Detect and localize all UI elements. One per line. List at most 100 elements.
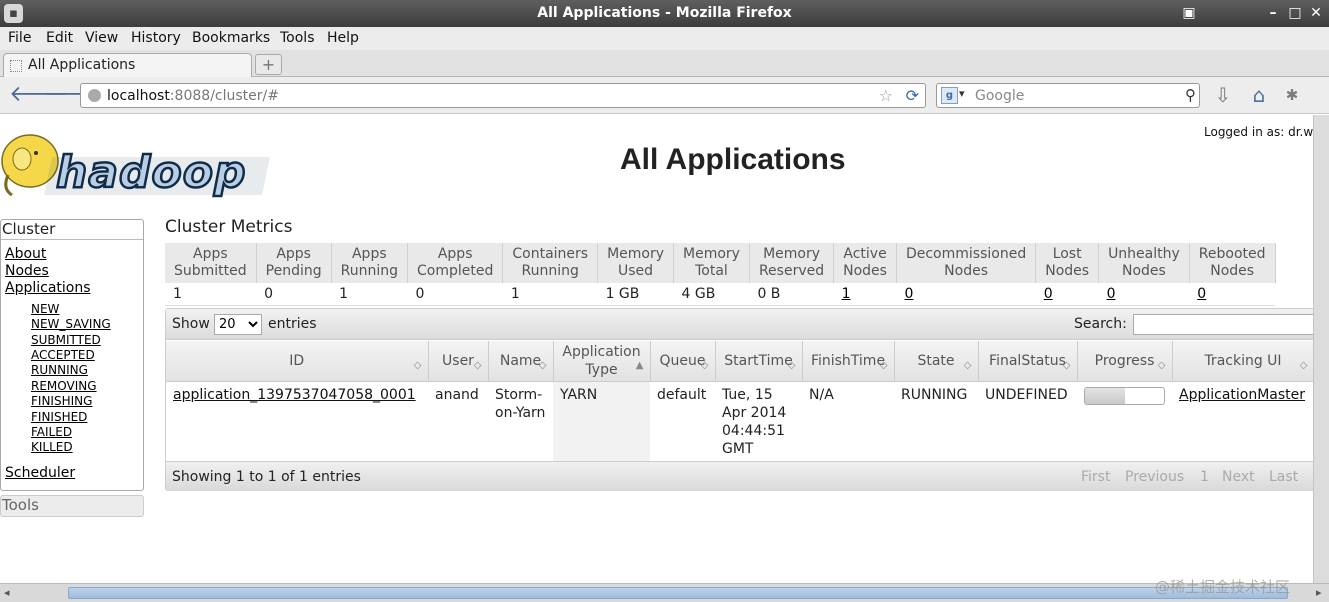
state-link-finished[interactable]: FINISHED [31,410,87,424]
cluster-metrics-title: Cluster Metrics [165,217,293,237]
state-link-new[interactable]: NEW [31,302,59,316]
restore-icon[interactable]: ▣ [1179,4,1199,22]
menu-file[interactable]: File [8,30,31,46]
tracking-ui-link[interactable]: ApplicationMaster [1179,387,1305,403]
site-identity-icon[interactable] [88,89,101,102]
sort-icon: ◇ [1299,359,1308,371]
progress-bar-fill [1085,387,1125,404]
addon-icon[interactable]: ✱ [1280,84,1304,106]
tab-all-applications[interactable]: All Applications [3,53,252,77]
back-button[interactable]: 🡐 [9,84,68,106]
menu-history[interactable]: History [131,30,181,46]
page-size-select[interactable]: 20 [214,314,262,335]
show-label: Show [172,316,210,332]
menu-help[interactable]: Help [327,30,359,46]
applications-table-wrapper: Show 20 entries Search: ID ◇ User ◇ Name ◇ … [165,308,1313,491]
google-engine-icon[interactable]: g [941,87,958,104]
state-link-running[interactable]: RUNNING [31,363,88,377]
column-header-state[interactable]: State ◇ [894,341,979,382]
metric-header: Unhealthy Nodes [1098,243,1190,283]
sidebar-link-applications[interactable]: Applications [5,280,91,296]
column-header-progress[interactable]: Progress ◇ [1077,341,1173,382]
new-tab-button[interactable]: + [255,54,282,75]
metric-header: Memory Total [673,243,750,283]
menu-bar: File Edit View History Bookmarks Tools H… [0,27,1329,50]
logged-in-label: Logged in as: dr.who [1204,125,1313,139]
column-header-tracking-ui[interactable]: Tracking UI ◇ [1172,341,1313,382]
url-text[interactable]: localhost:8088/cluster/# [107,88,279,104]
cell-starttime: Tue, 15 Apr 2014 04:44:51 GMT [722,386,787,457]
state-link-finishing[interactable]: FINISHING [31,394,92,408]
metric-header: Decommissioned Nodes [896,243,1037,283]
search-bar[interactable]: g ▾ Google ⚲ [936,83,1200,108]
sort-icon: ◇ [1157,359,1166,371]
sort-icon: ◇ [879,359,888,371]
sort-icon: ◇ [538,359,547,371]
maximize-icon[interactable]: □ [1285,4,1305,22]
paging-first-button[interactable]: First [1081,469,1110,485]
column-header-application-type[interactable]: Application Type ▲ [553,341,651,382]
paging-page-1-button[interactable]: 1 [1200,469,1209,485]
sort-icon: ◇ [413,359,422,371]
metric-unhealthy-nodes-link[interactable]: 0 [1107,286,1116,302]
metric-containers-running: 1 [502,283,598,306]
metric-lost-nodes-link[interactable]: 0 [1044,286,1053,302]
sidebar-cluster-header[interactable]: Cluster [1,220,143,240]
search-label: Search: [1074,316,1127,332]
downloads-icon[interactable]: ⇩ [1211,84,1235,106]
column-header-finishtime[interactable]: FinishTime ◇ [802,341,895,382]
column-header-starttime[interactable]: StartTime ◇ [715,341,803,382]
state-link-killed[interactable]: KILLED [31,440,73,454]
metric-header: Lost Nodes [1035,243,1100,283]
metric-active-nodes-link[interactable]: 1 [842,286,851,302]
sidebar-link-about[interactable]: About [5,246,46,262]
column-header-finalstatus[interactable]: FinalStatus ◇ [978,341,1078,382]
paging-next-button[interactable]: Next [1222,469,1255,485]
sort-icon: ◇ [1062,359,1071,371]
menu-bookmarks[interactable]: Bookmarks [192,30,270,46]
chevron-down-icon[interactable]: ▾ [959,87,965,100]
horizontal-scrollbar-thumb[interactable] [68,587,1288,599]
sidebar-link-scheduler[interactable]: Scheduler [5,465,75,481]
close-icon[interactable]: ✕ [1306,4,1326,22]
reload-icon[interactable]: ⟳ [906,86,919,105]
column-header-id[interactable]: ID ◇ [166,341,429,382]
page-content: Logged in as: dr.who hadoop All Applicat… [0,115,1313,583]
column-header-queue[interactable]: Queue ◇ [650,341,716,382]
state-link-accepted[interactable]: ACCEPTED [31,348,95,362]
vertical-scrollbar[interactable] [1313,115,1329,583]
url-bar[interactable]: localhost:8088/cluster/# ☆ ⟳ [80,83,926,108]
applications-footer: Showing 1 to 1 of 1 entries First Previo… [166,461,1313,491]
scroll-right-icon[interactable]: ▸ [1316,586,1322,599]
table-search-input[interactable] [1133,314,1313,335]
application-id-link[interactable]: application_1397537047058_0001 [173,387,416,403]
forward-button[interactable]: 🡒 [44,84,103,106]
menu-view[interactable]: View [85,30,118,46]
scroll-left-icon[interactable]: ◂ [4,586,10,599]
metric-decommissioned-nodes-link[interactable]: 0 [904,286,913,302]
sidebar-tools-header[interactable]: Tools [0,495,144,517]
search-binoculars-icon[interactable]: ⚲ [1185,86,1196,104]
home-icon[interactable]: ⌂ [1247,84,1271,106]
metric-header: Active Nodes [833,243,897,283]
sidebar-link-nodes[interactable]: Nodes [5,263,49,279]
menu-tools[interactable]: Tools [280,30,315,46]
state-link-failed[interactable]: FAILED [31,425,72,439]
state-link-removing[interactable]: REMOVING [31,379,97,393]
state-link-submitted[interactable]: SUBMITTED [31,333,101,347]
column-header-name[interactable]: Name ◇ [488,341,554,382]
paging-last-button[interactable]: Last [1269,469,1298,485]
paging-previous-button[interactable]: Previous [1125,469,1184,485]
search-placeholder: Google [975,88,1025,104]
hadoop-logo: hadoop [1,134,270,199]
state-link-new-saving[interactable]: NEW_SAVING [31,317,111,331]
cell-finalstatus: UNDEFINED [985,386,1068,403]
menu-edit[interactable]: Edit [46,30,73,46]
minimize-icon[interactable]: – [1263,4,1283,22]
metric-rebooted-nodes-link[interactable]: 0 [1197,286,1206,302]
column-header-user[interactable]: User ◇ [428,341,489,382]
horizontal-scrollbar[interactable]: ◂ ▸ [0,583,1329,602]
cell-name: Storm- on-Yarn [495,386,546,421]
bookmark-star-icon[interactable]: ☆ [879,86,893,105]
applications-toolbar: Show 20 entries Search: [166,309,1313,340]
